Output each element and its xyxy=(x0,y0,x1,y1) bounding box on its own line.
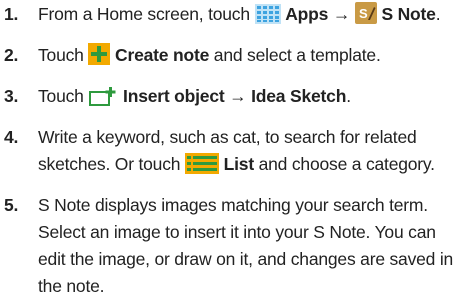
step-text-line: the note. xyxy=(38,276,105,296)
step-text: sketches. Or touch xyxy=(38,154,185,174)
list-label: List xyxy=(223,154,255,174)
step-text: Touch xyxy=(38,86,89,106)
apps-grid-icon xyxy=(254,4,281,32)
punctuation: . xyxy=(346,86,351,106)
step-text: From a Home screen, touch xyxy=(38,4,255,24)
step-number: 1. xyxy=(4,4,19,24)
step-text-tail: and select a template. xyxy=(209,45,381,65)
s-note-label: S Note xyxy=(381,4,436,24)
idea-sketch-label: Idea Sketch xyxy=(251,86,347,106)
step-number: 3. xyxy=(4,86,19,106)
step-text-line: S Note displays images matching your sea… xyxy=(38,195,428,215)
step-text-line: Select an image to insert it into your S… xyxy=(38,222,436,242)
step-number: 2. xyxy=(4,45,19,65)
step-text-tail: and choose a category. xyxy=(253,154,435,174)
arrow: → xyxy=(328,4,355,24)
apps-label: Apps xyxy=(285,4,329,24)
s-note-app-icon: S xyxy=(354,2,377,32)
insert-object-icon xyxy=(88,86,118,114)
step-text-line: Write a keyword, such as cat, to search … xyxy=(38,127,417,147)
svg-text:S: S xyxy=(359,6,368,21)
insert-object-label: Insert object xyxy=(123,86,225,106)
step-text-line: edit the image, or draw on it, and chang… xyxy=(38,249,454,269)
plus-icon xyxy=(88,43,111,73)
step-text: Touch xyxy=(38,45,89,65)
arrow: → xyxy=(224,86,252,106)
create-note-label: Create note xyxy=(115,45,210,65)
step-number: 5. xyxy=(4,195,19,215)
list-icon xyxy=(184,153,219,182)
punctuation: . xyxy=(435,4,441,24)
step-number: 4. xyxy=(4,127,19,147)
